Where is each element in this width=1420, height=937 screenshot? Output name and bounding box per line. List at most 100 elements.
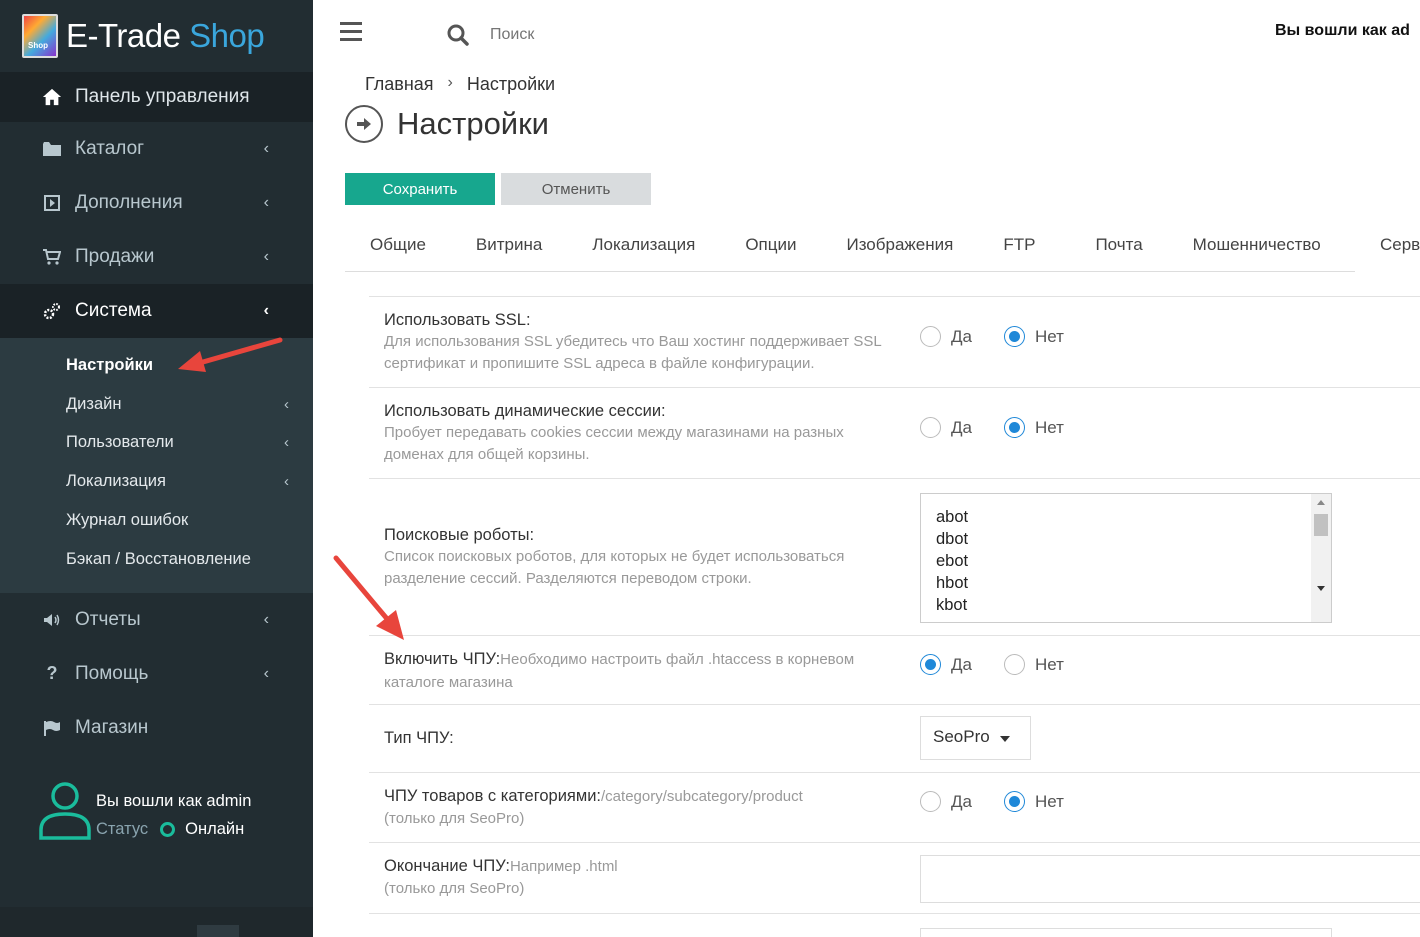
sidebar-footer-button[interactable]	[197, 925, 239, 937]
chevron-left-icon: ‹	[263, 610, 269, 628]
tab-fraud[interactable]: Мошенничество	[1193, 222, 1321, 271]
tab-server[interactable]: Серв	[1380, 222, 1420, 255]
brand-name-part2: Shop	[189, 17, 265, 54]
tab-storefront[interactable]: Витрина	[476, 222, 542, 271]
textarea-scrollbar[interactable]	[1311, 494, 1331, 622]
tab-mail[interactable]: Почта	[1095, 222, 1142, 271]
radio-yes-label: Да	[951, 654, 972, 674]
search-icon[interactable]	[447, 24, 469, 46]
logo-box-label: Shop	[28, 41, 48, 50]
tab-general[interactable]: Общие	[370, 222, 426, 271]
setting-label: ЧПУ товаров с категориями:/category/subc…	[384, 785, 884, 830]
save-button[interactable]: Сохранить	[345, 173, 495, 205]
setting-label: Окончание ЧПУ:Например .html (только для…	[384, 855, 884, 900]
submenu-item-error-log[interactable]: Журнал ошибок	[0, 501, 313, 540]
folder-icon	[42, 142, 62, 156]
breadcrumb-current[interactable]: Настройки	[467, 74, 555, 95]
user-status-value: Онлайн	[185, 820, 245, 838]
radio-group: Да Нет	[920, 654, 1064, 675]
next-field-input[interactable]	[920, 928, 1332, 937]
robot-line: dbot	[936, 530, 969, 548]
sidebar-item-label: Каталог	[75, 138, 145, 159]
seo-type-select[interactable]: SeoPro	[920, 716, 1031, 760]
setting-label: Использовать SSL: Для использования SSL …	[384, 309, 884, 375]
radio-no[interactable]	[1003, 654, 1025, 675]
tab-localization[interactable]: Локализация	[592, 222, 695, 271]
sidebar-item-reports[interactable]: Отчеты ‹	[0, 593, 313, 647]
submenu-item-label: Дизайн	[66, 394, 122, 413]
submenu-item-label: Настройки	[66, 355, 154, 374]
setting-ssl: Использовать SSL: Для использования SSL …	[369, 297, 1420, 388]
robot-line: abot	[936, 508, 969, 526]
scroll-up-icon[interactable]	[1317, 500, 1325, 505]
tab-ftp[interactable]: FTP	[1003, 222, 1035, 271]
radio-no-label: Нет	[1034, 654, 1064, 674]
radio-yes[interactable]	[920, 654, 941, 675]
tab-images[interactable]: Изображения	[846, 222, 953, 271]
annotation-arrow-icon	[333, 555, 404, 640]
volume-icon	[42, 613, 62, 627]
setting-label: Тип ЧПУ:	[384, 729, 454, 747]
settings-tabs: Общие Витрина Локализация Опции Изображе…	[345, 222, 1355, 272]
home-icon	[42, 87, 62, 107]
submenu-item-localization[interactable]: Локализация ‹	[0, 462, 313, 501]
robots-textarea[interactable]: abot dbot ebot hbot kbot	[920, 493, 1332, 623]
sidebar-item-label: Панель управления	[75, 86, 250, 107]
radio-no-label: Нет	[1034, 417, 1064, 437]
cancel-button[interactable]: Отменить	[501, 173, 651, 205]
radio-no-label: Нет	[1034, 791, 1064, 811]
scroll-thumb[interactable]	[1314, 514, 1328, 536]
page-title-text: Настройки	[397, 106, 550, 141]
radio-yes[interactable]	[920, 326, 941, 347]
radio-no[interactable]	[1003, 791, 1025, 812]
sidebar-item-system[interactable]: Система ‹	[0, 284, 313, 338]
submenu-item-label: Бэкап / Восстановление	[66, 549, 251, 568]
radio-yes[interactable]	[920, 791, 941, 812]
sidebar-item-extensions[interactable]: Дополнения ‹	[0, 176, 313, 230]
sidebar-item-label: Магазин	[75, 716, 149, 738]
radio-yes[interactable]	[920, 417, 941, 438]
scroll-down-icon[interactable]	[1317, 586, 1325, 591]
submenu-item-backup[interactable]: Бэкап / Восстановление	[0, 540, 313, 579]
submenu-item-design[interactable]: Дизайн ‹	[0, 385, 313, 424]
seo-extension-input[interactable]	[920, 855, 1420, 903]
chevron-left-icon: ‹	[263, 302, 269, 319]
radio-no[interactable]	[1003, 326, 1025, 347]
setting-label-text: Включить ЧПУ:	[384, 650, 501, 668]
breadcrumb-home[interactable]: Главная	[365, 74, 434, 95]
sidebar-item-label: Продажи	[75, 246, 155, 267]
sidebar-item-sales[interactable]: Продажи ‹	[0, 230, 313, 284]
sidebar-item-label: Помощь	[75, 662, 149, 684]
submenu-item-label: Пользователи	[66, 433, 174, 452]
setting-help-note: (только для SeoPro)	[384, 880, 525, 897]
chevron-left-icon: ‹	[263, 194, 269, 211]
sidebar-item-catalog[interactable]: Каталог ‹	[0, 122, 313, 176]
brand-name-part1: E-Trade	[66, 17, 181, 54]
setting-help: Пробует передавать cookies сессии между …	[384, 424, 844, 463]
brand-logo[interactable]: Shop E-Trade Shop	[0, 0, 313, 72]
sidebar-item-store[interactable]: Магазин	[0, 701, 313, 755]
setting-label-text: Использовать SSL:	[384, 311, 531, 329]
cogs-icon	[42, 302, 62, 320]
setting-seo-categories: ЧПУ товаров с категориями:/category/subc…	[369, 773, 1420, 843]
sidebar-footer	[0, 907, 313, 937]
logo-icon: Shop	[22, 14, 58, 58]
puzzle-icon	[42, 195, 62, 211]
caret-down-icon	[1000, 736, 1010, 742]
header-user-label[interactable]: Вы вошли как ad	[1275, 22, 1410, 40]
submenu-item-label: Журнал ошибок	[66, 511, 189, 530]
radio-no-label: Нет	[1034, 326, 1064, 346]
radio-no[interactable]	[1003, 417, 1025, 438]
sidebar-item-dashboard[interactable]: Панель управления	[0, 72, 313, 122]
tab-options[interactable]: Опции	[745, 222, 796, 271]
sidebar-item-label: Система	[75, 300, 152, 321]
menu-toggle-icon[interactable]	[340, 22, 362, 46]
setting-label-text: Использовать динамические сессии:	[384, 402, 666, 420]
sidebar-item-help[interactable]: ? Помощь ‹	[0, 647, 313, 701]
search-input[interactable]	[490, 26, 690, 44]
setting-label-text: ЧПУ товаров с категориями:	[384, 787, 602, 805]
setting-help: /category/subcategory/product	[601, 788, 803, 805]
user-status: Статус Онлайн	[96, 820, 251, 839]
submenu-item-users[interactable]: Пользователи ‹	[0, 424, 313, 463]
question-icon: ?	[46, 663, 58, 684]
